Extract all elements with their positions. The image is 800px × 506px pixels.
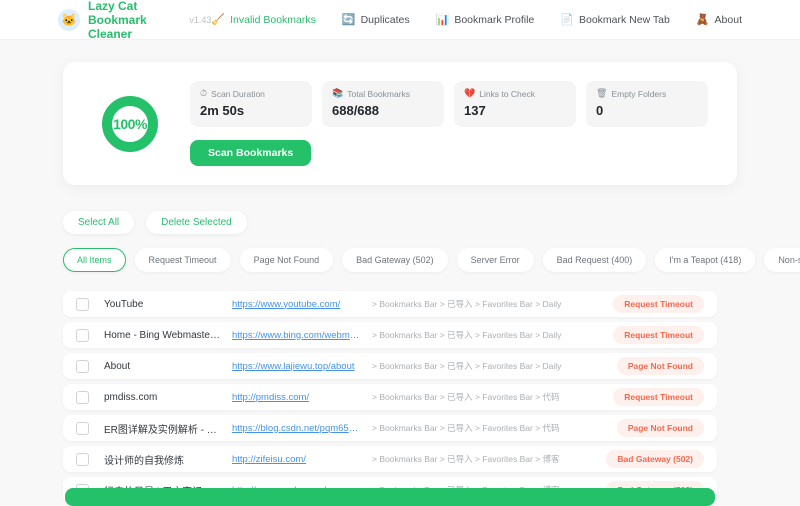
nav-bookmark-new-tab[interactable]: 📄 Bookmark New Tab (560, 13, 670, 27)
bookmark-title: ER图详解及实例解析 - 记忆碎片的... (104, 424, 222, 436)
stat-links-to-check: 💔 Links to Check 137 (454, 81, 576, 127)
status-badge: Request Timeout (613, 388, 704, 406)
bulk-actions: Select All Delete Selected (63, 211, 737, 234)
filter-server-error[interactable]: Server Error (456, 248, 534, 272)
about-icon: 🧸 (695, 14, 710, 26)
bookmark-url-link[interactable]: https://blog.csdn.net/pqm654321... (232, 423, 360, 434)
nav-invalid-bookmarks[interactable]: 🧹 Invalid Bookmarks (211, 13, 316, 27)
progress-ring: 100% (102, 95, 158, 152)
bookmark-row[interactable]: pmdiss.com http://pmdiss.com/ > Bookmark… (63, 384, 717, 410)
bookmark-url-link[interactable]: https://www.bing.com/webmaster... (232, 330, 360, 341)
filter-all-items[interactable]: All Items (63, 248, 126, 272)
nav-about[interactable]: 🧸 About (695, 13, 742, 27)
nav-label: About (714, 13, 742, 26)
stat-label: Scan Duration (211, 88, 265, 99)
bookmark-folder-path: > Bookmarks Bar > 已导入 > Favorites Bar > … (372, 454, 560, 464)
app-header: 🐱 Lazy Cat Bookmark Cleaner v1.43 🧹 Inva… (0, 0, 800, 41)
stats-row: ⏱ Scan Duration 2m 50s 📚 Total Bookmarks… (190, 81, 712, 127)
row-checkbox[interactable] (76, 359, 89, 373)
filter-page-not-found[interactable]: Page Not Found (239, 248, 334, 272)
status-badge: Page Not Found (616, 419, 704, 437)
bar-chart-icon: 📊 (435, 14, 450, 26)
broom-icon: 🧹 (211, 14, 226, 26)
row-checkbox[interactable] (76, 452, 89, 466)
status-badge: Bad Gateway (502) (606, 450, 704, 468)
stat-label: Links to Check (479, 88, 535, 99)
nav-duplicates[interactable]: 🔄 Duplicates (341, 13, 410, 27)
row-checkbox[interactable] (76, 328, 89, 342)
filter-bad-gateway[interactable]: Bad Gateway (502) (342, 248, 448, 272)
bottom-progress-bar (65, 488, 715, 506)
filter-bad-request[interactable]: Bad Request (400) (542, 248, 647, 272)
row-checkbox[interactable] (76, 390, 89, 404)
app-title: Lazy Cat Bookmark Cleaner (88, 0, 147, 41)
stat-empty-folders: 🗑 Empty Folders 0 (586, 81, 708, 127)
filter-request-timeout[interactable]: Request Timeout (134, 248, 231, 272)
bookmark-title: Home - Bing Webmaster Tools (104, 329, 222, 341)
stat-label: Empty Folders (611, 88, 667, 99)
new-tab-page-icon: 📄 (560, 14, 574, 26)
nav-bookmark-profile[interactable]: 📊 Bookmark Profile (435, 13, 535, 27)
stat-label: Total Bookmarks (347, 88, 411, 99)
bookmark-list: YouTube https://www.youtube.com/ > Bookm… (63, 291, 717, 503)
bookmark-folder-path: > Bookmarks Bar > 已导入 > Favorites Bar > … (372, 299, 562, 309)
bookmark-folder-path: > Bookmarks Bar > 已导入 > Favorites Bar > … (372, 330, 562, 340)
scan-bookmarks-button[interactable]: Scan Bookmarks (190, 140, 312, 166)
bookmark-folder-path: > Bookmarks Bar > 已导入 > Favorites Bar > … (372, 423, 560, 433)
progress-percent: 100% (113, 115, 147, 132)
broken-heart-icon: 💔 (464, 88, 476, 98)
stat-value: 0 (596, 103, 604, 118)
stat-value: 137 (464, 103, 486, 118)
stat-total-bookmarks: 📚 Total Bookmarks 688/688 (322, 81, 444, 127)
bookmark-url-link[interactable]: https://www.youtube.com/ (232, 299, 360, 310)
bookmark-row[interactable]: 设计师的自我修炼 http://zifeisu.com/ > Bookmarks… (63, 446, 717, 472)
bookmark-title: pmdiss.com (104, 391, 158, 403)
status-badge: Request Timeout (613, 326, 704, 344)
stat-value: 2m 50s (200, 103, 245, 118)
nav-label: Bookmark New Tab (578, 13, 670, 26)
status-filter-tabs: All Items Request Timeout Page Not Found… (63, 248, 800, 272)
bookmark-row[interactable]: About https://www.lajiewu.top/about > Bo… (63, 353, 717, 379)
scan-summary-card: 100% ⏱ Scan Duration 2m 50s 📚 Total Book… (63, 62, 737, 185)
row-checkbox[interactable] (76, 297, 89, 311)
delete-selected-button[interactable]: Delete Selected (146, 211, 247, 234)
app-logo-icon: 🐱 (58, 8, 80, 31)
app-version: v1.43 (189, 14, 212, 25)
bookmark-row[interactable]: ER图详解及实例解析 - 记忆碎片的... https://blog.csdn.… (63, 415, 717, 441)
status-badge: Page Not Found (616, 357, 704, 375)
main-nav: 🧹 Invalid Bookmarks 🔄 Duplicates 📊 Bookm… (211, 13, 742, 27)
bookmark-title: About (104, 360, 131, 372)
bookmark-row[interactable]: Home - Bing Webmaster Tools https://www.… (63, 322, 717, 348)
stat-value: 688/688 (332, 103, 379, 118)
bookmark-url-link[interactable]: https://www.lajiewu.top/about (232, 361, 360, 372)
nav-label: Duplicates (360, 13, 410, 26)
bookmark-title: YouTube (104, 298, 144, 310)
bookmark-folder-path: > Bookmarks Bar > 已导入 > Favorites Bar > … (372, 361, 562, 371)
select-all-button[interactable]: Select All (63, 211, 135, 234)
row-checkbox[interactable] (76, 421, 89, 435)
nav-label: Bookmark Profile (454, 13, 535, 26)
bookmark-folder-path: > Bookmarks Bar > 已导入 > Favorites Bar > … (372, 392, 560, 402)
filter-non-standard-error[interactable]: Non-standard Error (468) (764, 248, 800, 272)
trash-icon: 🗑 (596, 88, 608, 98)
status-badge: Request Timeout (613, 295, 704, 313)
bookmark-row[interactable]: YouTube https://www.youtube.com/ > Bookm… (63, 291, 717, 317)
bookmark-title: 设计师的自我修炼 (104, 455, 184, 467)
stat-scan-duration: ⏱ Scan Duration 2m 50s (190, 81, 312, 127)
clock-icon: ⏱ (200, 88, 208, 98)
filter-teapot[interactable]: I'm a Teapot (418) (655, 248, 756, 272)
bookmark-url-link[interactable]: http://zifeisu.com/ (232, 454, 360, 465)
bookmark-url-link[interactable]: http://pmdiss.com/ (232, 392, 360, 403)
nav-label: Invalid Bookmarks (230, 13, 316, 26)
duplicates-icon: 🔄 (341, 14, 356, 26)
books-icon: 📚 (332, 88, 344, 98)
